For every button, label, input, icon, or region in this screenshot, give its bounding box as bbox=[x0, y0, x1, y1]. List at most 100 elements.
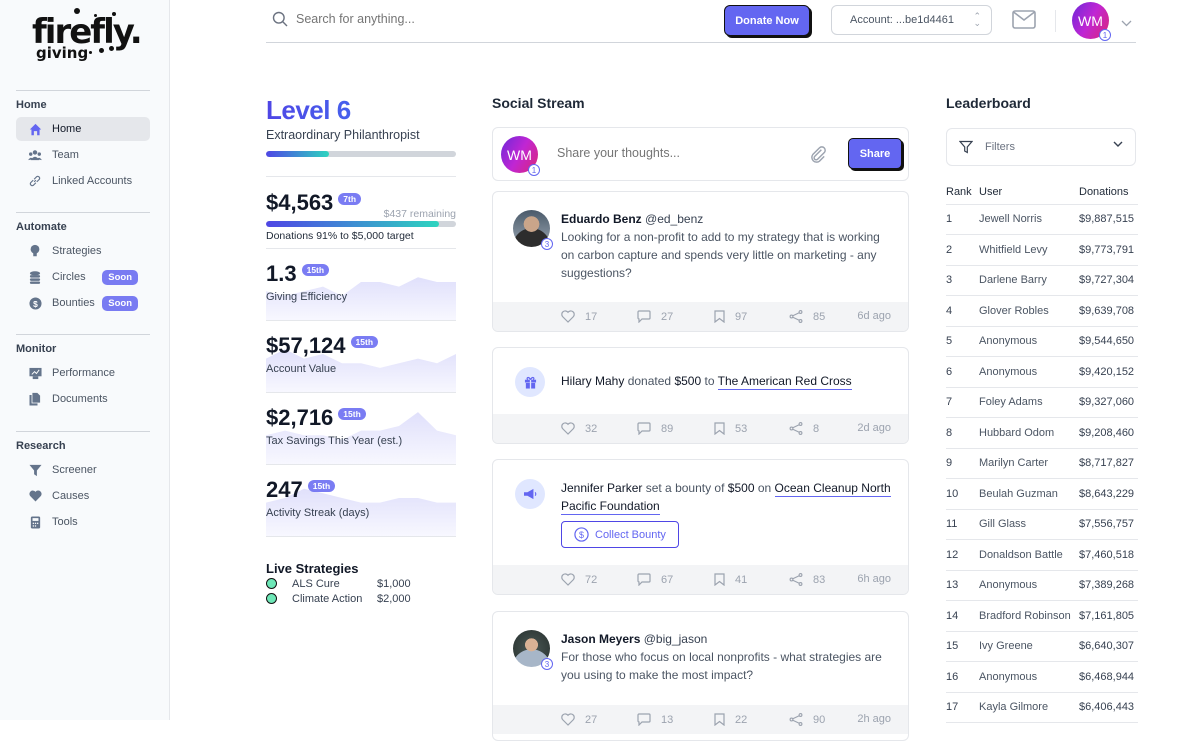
table-row[interactable]: 8 Hubbard Odom $9,208,460 bbox=[946, 417, 1138, 449]
sidebar-item-performance[interactable]: Performance bbox=[16, 361, 150, 385]
sidebar-item-label: Tools bbox=[52, 516, 78, 528]
share-post-button[interactable]: 85 bbox=[789, 310, 825, 323]
filters-dropdown[interactable]: Filters bbox=[946, 128, 1136, 166]
bookmark-button[interactable]: 97 bbox=[714, 310, 747, 323]
user-cell[interactable]: Jewell Norris bbox=[979, 204, 1079, 235]
mail-icon[interactable] bbox=[1012, 10, 1036, 34]
table-row[interactable]: 13 Anonymous $7,389,268 bbox=[946, 570, 1138, 601]
sidebar-item-causes[interactable]: Causes bbox=[16, 484, 150, 508]
column-header-user[interactable]: User bbox=[979, 180, 1079, 205]
post-handle[interactable]: @ed_benz bbox=[645, 212, 703, 226]
user-cell[interactable]: Anonymous bbox=[979, 326, 1079, 357]
account-label: Account: ...be1d4461 bbox=[850, 14, 954, 26]
user-cell[interactable]: Kayla Gilmore bbox=[979, 692, 1079, 723]
user-avatar[interactable]: WM 1 bbox=[1072, 2, 1111, 41]
table-row[interactable]: 15 Ivy Greene $6,640,307 bbox=[946, 631, 1138, 662]
share-post-button[interactable]: 83 bbox=[789, 573, 825, 586]
sidebar-item-bounties[interactable]: $ Bounties Soon bbox=[16, 291, 150, 315]
user-cell[interactable]: Foley Adams bbox=[979, 387, 1079, 418]
donations-stat: $4,563 7th $437 remaining Donations 91% t… bbox=[266, 177, 456, 249]
sidebar-item-screener[interactable]: Screener bbox=[16, 458, 150, 482]
user-cell[interactable]: Hubbard Odom bbox=[979, 417, 1079, 449]
activity-user[interactable]: Hilary Mahy bbox=[561, 374, 624, 388]
user-cell[interactable]: Gill Glass bbox=[979, 509, 1079, 540]
donate-now-button[interactable]: Donate Now bbox=[724, 5, 810, 36]
user-cell[interactable]: Whitfield Levy bbox=[979, 234, 1079, 266]
table-row[interactable]: 10 Beulah Guzman $8,643,229 bbox=[946, 478, 1138, 510]
like-button[interactable]: 17 bbox=[561, 310, 597, 323]
donations-cell: $9,208,460 bbox=[1079, 417, 1138, 449]
strategy-item[interactable]: ALS Cure $1,000 bbox=[266, 576, 456, 591]
activity-user[interactable]: Jennifer Parker bbox=[561, 481, 642, 495]
comment-button[interactable]: 67 bbox=[637, 573, 673, 586]
search-bar[interactable] bbox=[272, 11, 596, 27]
share-post-button[interactable]: 8 bbox=[789, 422, 819, 435]
like-button[interactable]: 32 bbox=[561, 422, 597, 435]
bookmark-button[interactable]: 41 bbox=[714, 573, 747, 586]
charity-link[interactable]: The American Red Cross bbox=[717, 374, 852, 390]
column-header-donations[interactable]: Donations bbox=[1079, 180, 1138, 205]
user-cell[interactable]: Beulah Guzman bbox=[979, 478, 1079, 510]
user-cell[interactable]: Donaldson Battle bbox=[979, 539, 1079, 571]
table-row[interactable]: 14 Bradford Robinson $7,161,805 bbox=[946, 600, 1138, 632]
leaderboard-title: Leaderboard bbox=[946, 95, 1031, 111]
table-row[interactable]: 17 Kayla Gilmore $6,406,443 bbox=[946, 692, 1138, 723]
user-cell[interactable]: Anonymous bbox=[979, 661, 1079, 693]
chevron-down-icon[interactable] bbox=[1121, 14, 1132, 32]
sidebar-item-strategies[interactable]: Strategies bbox=[16, 239, 150, 263]
table-row[interactable]: 5 Anonymous $9,544,650 bbox=[946, 326, 1138, 357]
post-text: For those who focus on local nonprofits … bbox=[561, 650, 882, 682]
table-row[interactable]: 11 Gill Glass $7,556,757 bbox=[946, 509, 1138, 540]
table-row[interactable]: 1 Jewell Norris $9,887,515 bbox=[946, 204, 1138, 235]
bookmark-button[interactable]: 53 bbox=[714, 422, 747, 435]
stat-label: Giving Efficiency bbox=[266, 291, 348, 303]
search-input[interactable] bbox=[296, 12, 596, 26]
rank-cell: 16 bbox=[946, 661, 979, 693]
user-cell[interactable]: Marilyn Carter bbox=[979, 448, 1079, 479]
strategy-item[interactable]: Climate Action $2,000 bbox=[266, 591, 456, 606]
sidebar-item-tools[interactable]: Tools bbox=[16, 510, 150, 534]
filters-label: Filters bbox=[985, 141, 1015, 153]
sidebar-item-documents[interactable]: Documents bbox=[16, 387, 150, 411]
table-row[interactable]: 6 Anonymous $9,420,152 bbox=[946, 356, 1138, 388]
saves-count: 97 bbox=[735, 310, 748, 323]
comment-button[interactable]: 27 bbox=[637, 310, 673, 323]
user-cell[interactable]: Anonymous bbox=[979, 570, 1079, 601]
share-thoughts-input[interactable] bbox=[557, 146, 777, 160]
user-cell[interactable]: Ivy Greene bbox=[979, 631, 1079, 662]
sidebar-item-linked-accounts[interactable]: Linked Accounts bbox=[16, 169, 150, 193]
table-row[interactable]: 7 Foley Adams $9,327,060 bbox=[946, 387, 1138, 418]
paperclip-icon[interactable] bbox=[809, 145, 828, 169]
user-cell[interactable]: Bradford Robinson bbox=[979, 600, 1079, 632]
logo-subtitle: giving bbox=[36, 44, 89, 62]
collect-bounty-button[interactable]: $ Collect Bounty bbox=[561, 521, 679, 548]
user-avatar[interactable]: 3 bbox=[513, 630, 553, 670]
sidebar-item-home[interactable]: Home bbox=[16, 117, 150, 141]
sidebar-item-team[interactable]: Team bbox=[16, 143, 150, 167]
rank-badge: 15th bbox=[301, 264, 330, 276]
like-button[interactable]: 72 bbox=[561, 573, 597, 586]
table-row[interactable]: 2 Whitfield Levy $9,773,791 bbox=[946, 234, 1138, 266]
comment-button[interactable]: 89 bbox=[637, 422, 673, 435]
user-avatar[interactable]: 3 bbox=[513, 210, 553, 250]
table-row[interactable]: 9 Marilyn Carter $8,717,827 bbox=[946, 448, 1138, 479]
post-author[interactable]: Eduardo Benz bbox=[561, 212, 642, 226]
account-selector[interactable]: Account: ...be1d4461 ⌃ ⌄ bbox=[831, 5, 992, 35]
sidebar-item-circles[interactable]: Circles Soon bbox=[16, 265, 150, 289]
share-button[interactable]: Share bbox=[848, 138, 902, 169]
table-row[interactable]: 3 Darlene Barry $9,727,304 bbox=[946, 265, 1138, 296]
post-handle[interactable]: @big_jason bbox=[644, 632, 708, 646]
user-cell[interactable]: Anonymous bbox=[979, 356, 1079, 388]
user-cell[interactable]: Darlene Barry bbox=[979, 265, 1079, 296]
rank-cell: 7 bbox=[946, 387, 979, 418]
column-header-rank[interactable]: Rank bbox=[946, 180, 979, 205]
post-timestamp: 2h ago bbox=[857, 713, 891, 725]
firefly-logo[interactable]: firefly. giving bbox=[32, 8, 143, 65]
table-row[interactable]: 12 Donaldson Battle $7,460,518 bbox=[946, 539, 1138, 571]
table-row[interactable]: 16 Anonymous $6,468,944 bbox=[946, 661, 1138, 693]
nav-section-title: Automate bbox=[16, 221, 67, 233]
table-row[interactable]: 4 Glover Robles $9,639,708 bbox=[946, 295, 1138, 327]
user-cell[interactable]: Glover Robles bbox=[979, 295, 1079, 327]
post-author[interactable]: Jason Meyers bbox=[561, 632, 640, 646]
user-level-badge: 1 bbox=[528, 164, 540, 176]
